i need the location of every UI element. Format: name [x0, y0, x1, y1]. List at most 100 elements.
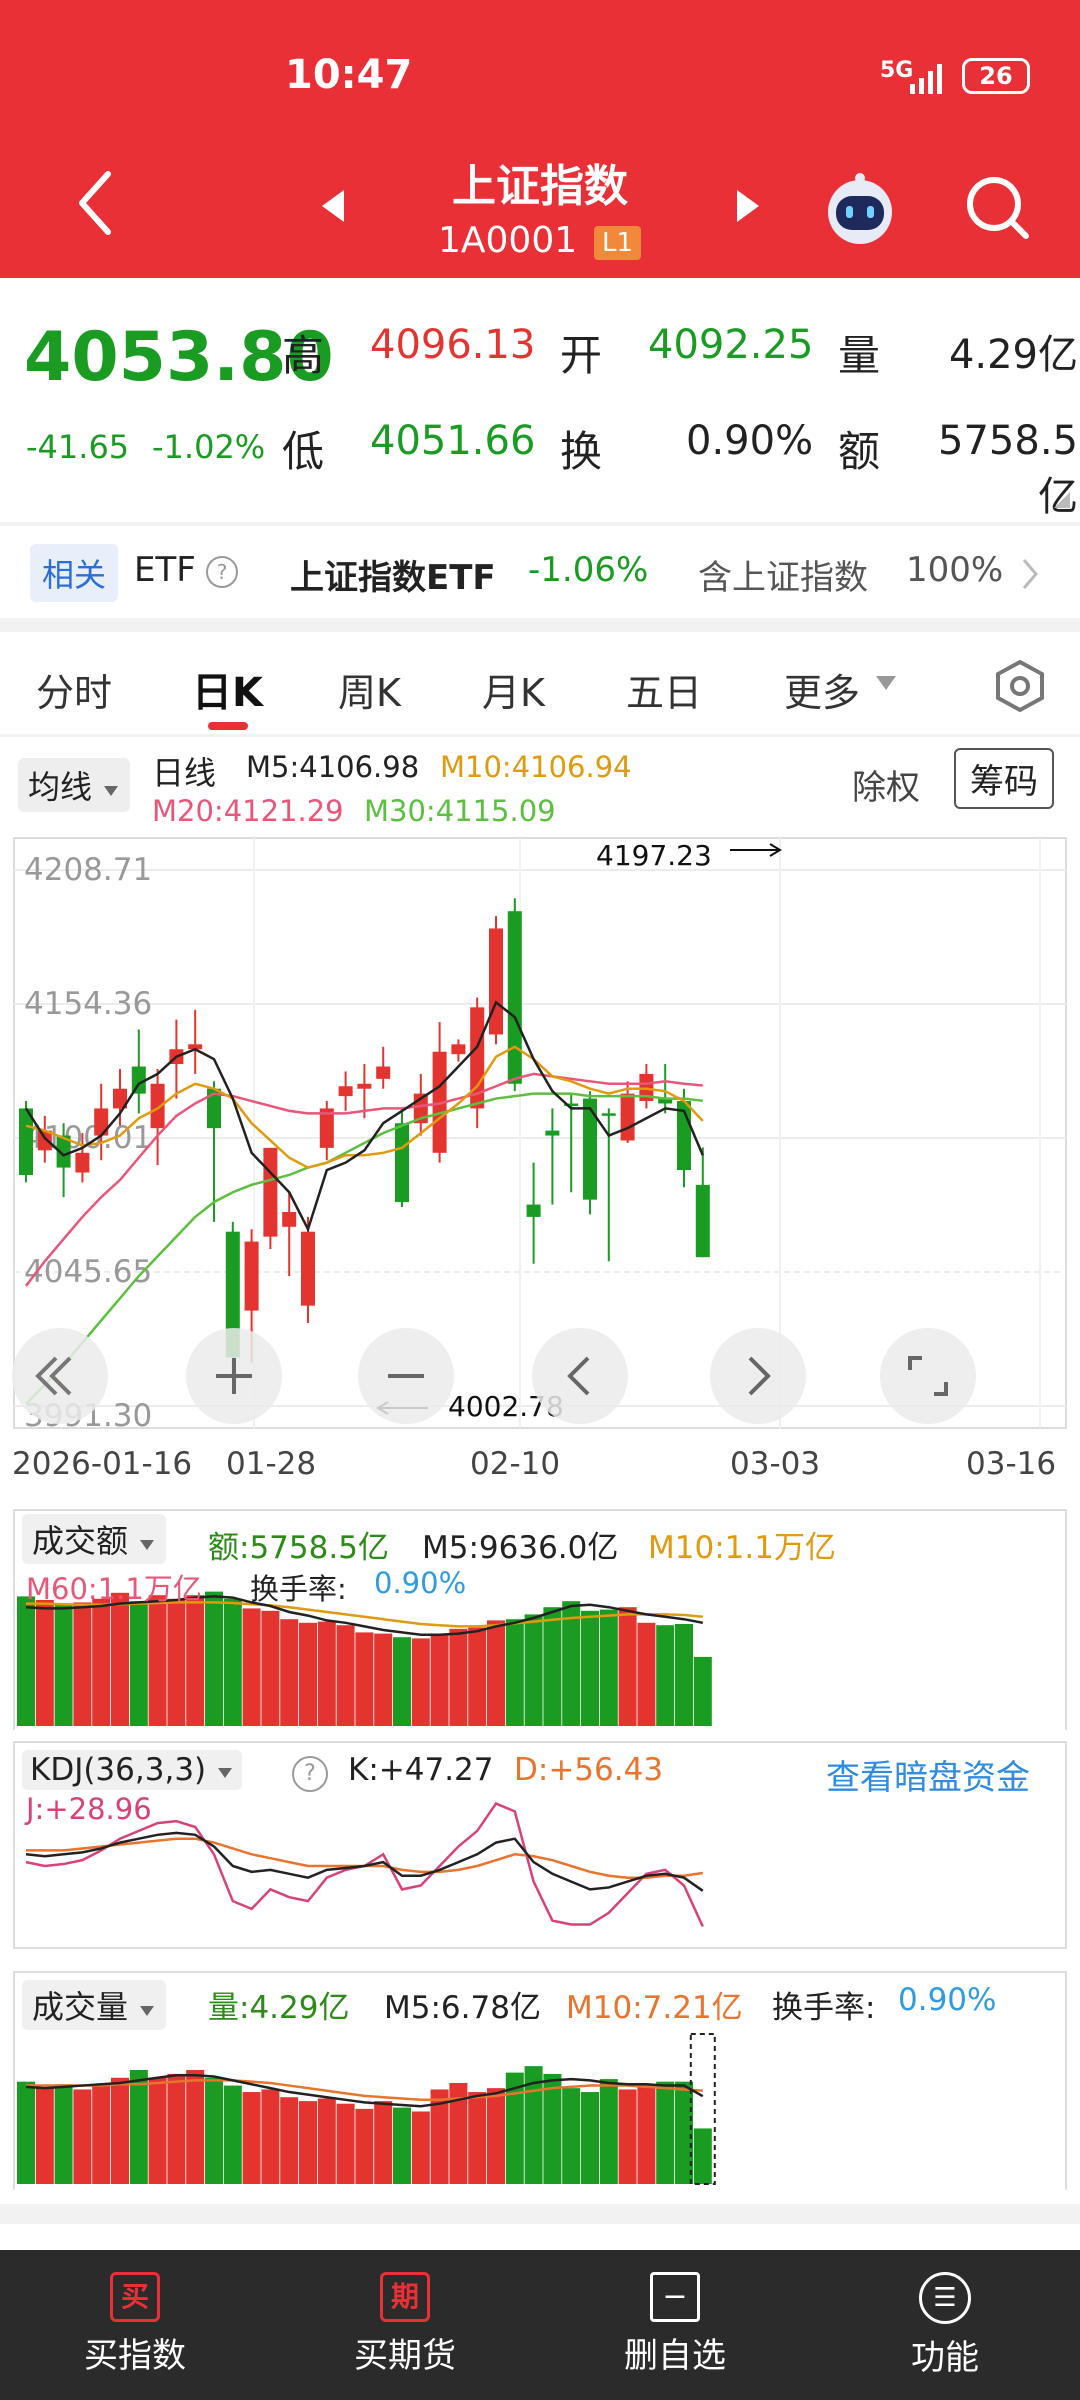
back-button[interactable]	[70, 168, 120, 242]
etf-label: ETF	[134, 550, 196, 590]
volume-bar	[148, 2077, 167, 2184]
volume-bar	[411, 2111, 430, 2184]
etf-holding-label: 含上证指数	[698, 558, 868, 598]
volume-bar	[223, 1598, 242, 1726]
volume-bar	[73, 2089, 92, 2184]
next-index-button[interactable]	[733, 186, 763, 230]
candle	[395, 1123, 409, 1203]
open-label: 开	[560, 331, 603, 380]
signal-icon	[910, 62, 950, 98]
volume-bar	[73, 1602, 92, 1726]
volume-bar	[355, 1632, 374, 1726]
tab-monthly-k[interactable]: 月K	[482, 662, 545, 717]
dark-pool-link[interactable]: 查看暗盘资金	[826, 1750, 1030, 1799]
nav-remove-watchlist[interactable]: − 删自选	[600, 2272, 750, 2377]
chevron-down-icon[interactable]	[874, 674, 898, 696]
zoom-out-button[interactable]	[358, 1328, 454, 1424]
volume-bar	[675, 2081, 693, 2184]
volume-bar	[92, 1598, 111, 1726]
nav-label: 买期货	[354, 2336, 456, 2376]
volume-bar	[299, 1622, 317, 1726]
kdj-k-line	[25, 1831, 704, 1892]
candle	[338, 1086, 353, 1097]
volume-bar	[35, 1600, 54, 1726]
ma10-label: M10:4106.94	[440, 750, 632, 784]
ma-selector[interactable]: 均线	[18, 758, 131, 812]
volume-bar	[317, 2098, 336, 2184]
fullscreen-button[interactable]	[880, 1328, 976, 1424]
volume-bar	[223, 2085, 242, 2184]
volume-ma5: M5:6.78亿	[384, 1990, 541, 2026]
volume-bar	[411, 1638, 430, 1726]
kdj-k-value: K:+47.27	[348, 1752, 494, 1788]
help-icon[interactable]: ?	[206, 556, 238, 588]
price-change: -41.65	[26, 428, 130, 466]
kdj-help-icon[interactable]: ?	[292, 1756, 328, 1792]
candle	[507, 911, 522, 1084]
etf-holding-pct: 100%	[906, 550, 1004, 590]
search-icon[interactable]	[962, 172, 1032, 246]
amount-label: 额	[838, 427, 881, 476]
volume-selector-label: 成交量	[32, 1988, 129, 2026]
tab-daily-k[interactable]: 日K	[192, 660, 263, 718]
amount-ma10: M10:1.1万亿	[648, 1530, 836, 1566]
candle	[282, 1211, 297, 1227]
candle	[263, 1147, 278, 1237]
scroll-right-button[interactable]	[710, 1328, 806, 1424]
kdj-d-line	[26, 1837, 703, 1879]
nav-functions[interactable]: ☰ 功能	[870, 2272, 1020, 2379]
tab-five-day[interactable]: 五日	[626, 662, 702, 717]
x-axis-label: 02-10	[470, 1446, 561, 1482]
tab-more[interactable]: 更多	[784, 662, 860, 717]
chevron-down-icon	[140, 1540, 155, 1550]
volume-bar	[487, 2088, 505, 2184]
volume-bar	[205, 1591, 223, 1726]
amount-ma5: M5:9636.0亿	[422, 1530, 619, 1566]
network-indicator: 5G	[880, 58, 914, 83]
volume-label: 量	[838, 331, 881, 380]
volume-bar	[186, 1595, 205, 1726]
tab-intraday[interactable]: 分时	[36, 662, 112, 717]
chart-settings-icon[interactable]	[992, 658, 1048, 718]
etf-bar[interactable]: 相关 ETF ? 上证指数ETF -1.06% 含上证指数 100%	[0, 526, 1080, 618]
futures-icon: 期	[380, 2272, 430, 2322]
scroll-left-button[interactable]	[532, 1328, 628, 1424]
zoom-fit-button[interactable]	[12, 1328, 108, 1424]
zoom-in-button[interactable]	[186, 1328, 282, 1424]
volume-bar	[637, 1622, 656, 1726]
etf-name[interactable]: 上证指数ETF	[290, 550, 496, 599]
volume-bar	[167, 2073, 186, 2184]
amount-turnover-value: 0.90%	[374, 1566, 467, 1600]
nav-buy-index[interactable]: 买 买指数	[60, 2272, 210, 2377]
expand-corner-icon[interactable]	[1052, 490, 1072, 514]
volume-bar	[129, 2070, 148, 2184]
tab-weekly-k[interactable]: 周K	[338, 662, 401, 717]
nav-label: 功能	[911, 2338, 979, 2378]
volume-bar	[186, 2070, 205, 2184]
nav-buy-futures[interactable]: 期 买期货	[330, 2272, 480, 2377]
ma-selector-label: 均线	[28, 768, 93, 806]
volume-bar	[374, 2101, 393, 2184]
volume-bar	[505, 1619, 524, 1726]
chips-button[interactable]: 筹码	[954, 748, 1054, 809]
ex-rights-toggle[interactable]: 除权	[852, 760, 920, 809]
chevron-down-icon	[104, 786, 119, 796]
volume-bar	[242, 1608, 261, 1726]
volume-bar	[54, 2084, 73, 2184]
volume-bar	[487, 1620, 505, 1726]
x-axis-label: 2026-01-16	[12, 1446, 193, 1482]
kdj-selector[interactable]: KDJ(36,3,3)	[22, 1750, 242, 1790]
level-badge: L1	[594, 226, 642, 260]
volume-bar	[468, 1627, 487, 1726]
ma5-label: M5:4106.98	[246, 750, 420, 784]
volume-selector[interactable]: 成交量	[22, 1980, 167, 2030]
prev-index-button[interactable]	[318, 186, 348, 230]
candle	[545, 1130, 560, 1136]
open-value: 4092.25	[648, 322, 814, 368]
chevron-right-icon[interactable]	[1020, 556, 1040, 596]
volume-bar	[261, 1610, 280, 1726]
volume-bar	[618, 1607, 637, 1726]
volume-bar	[336, 1625, 355, 1726]
robot-assistant-icon[interactable]	[822, 170, 898, 250]
amount-selector[interactable]: 成交额	[22, 1514, 167, 1564]
